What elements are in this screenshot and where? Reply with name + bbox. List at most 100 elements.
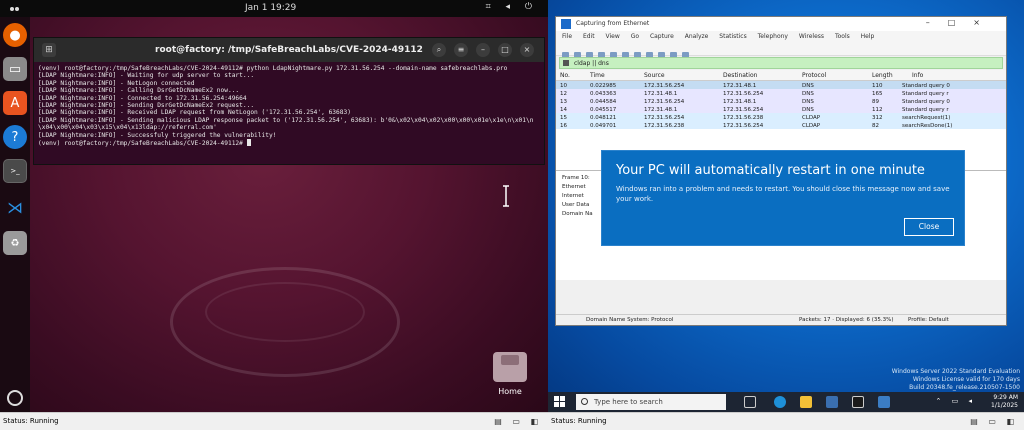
watermark-line: Windows License valid for 170 days bbox=[912, 376, 1020, 383]
minimize-icon[interactable]: – bbox=[476, 43, 490, 57]
terminal-line: [LDAP Nightmare:INFO] - Received LDAP re… bbox=[38, 109, 351, 117]
software-center-icon[interactable]: A bbox=[3, 91, 27, 115]
dialog-heading: Your PC will automatically restart in on… bbox=[616, 163, 925, 178]
close-icon[interactable]: × bbox=[520, 43, 534, 57]
column-header[interactable]: Length bbox=[872, 72, 893, 79]
search-placeholder: Type here to search bbox=[594, 398, 663, 406]
maximize-icon[interactable]: □ bbox=[498, 43, 512, 57]
vm-status-icons[interactable]: ▤ ▭ ◧ bbox=[494, 417, 542, 426]
dialog-message: Windows ran into a problem and needs to … bbox=[616, 185, 950, 203]
wireshark-titlebar[interactable]: Capturing from Ethernet –□× bbox=[556, 17, 1006, 31]
taskbar-clock[interactable]: 9:29 AM 1/1/2025 bbox=[991, 394, 1018, 410]
terminal-cursor bbox=[246, 139, 251, 147]
wireshark-taskbar-icon[interactable] bbox=[878, 396, 890, 408]
task-view-icon[interactable] bbox=[744, 396, 756, 408]
column-header[interactable]: Destination bbox=[723, 72, 757, 79]
taskbar-date: 1/1/2025 bbox=[991, 402, 1018, 409]
packet-row[interactable]: 13 0.044584 172.31.56.254 172.31.48.1 DNS 89 S… bbox=[556, 97, 1006, 105]
status-protocol: Domain Name System: Protocol bbox=[586, 317, 674, 323]
menu-edit[interactable]: Edit bbox=[583, 33, 595, 40]
vm-status-icons[interactable]: ▤ ▭ ◧ bbox=[970, 417, 1018, 426]
packet-no: 16 bbox=[560, 123, 567, 129]
menu-file[interactable]: File bbox=[562, 33, 572, 40]
status-profile[interactable]: Profile: Default bbox=[908, 317, 949, 323]
packet-row[interactable]: 16 0.049701 172.31.56.238 172.31.56.254 CLDA… bbox=[556, 121, 1006, 129]
windows-taskbar: Type here to search ⌃ ▭ ◂ 9:29 AM 1/1/20… bbox=[548, 392, 1024, 412]
detail-tree-item[interactable]: User Data bbox=[562, 202, 589, 208]
start-icon[interactable] bbox=[554, 396, 566, 408]
terminal-line: \x04\x00\x04\x03\x15\x04\x13ldap://refer… bbox=[38, 124, 217, 132]
trash-icon[interactable]: ♻ bbox=[3, 231, 27, 255]
packet-list-header: No. Time Source Destination Protocol Len… bbox=[556, 70, 1006, 81]
vm-status-text: Status: Running bbox=[551, 417, 607, 425]
edge-icon[interactable] bbox=[774, 396, 786, 408]
terminal-line: (venv) root@factory:/tmp/SafeBreachLabs/… bbox=[38, 65, 508, 72]
menu-tools[interactable]: Tools bbox=[835, 33, 850, 40]
firefox-icon[interactable]: ● bbox=[3, 23, 27, 47]
files-icon[interactable]: ▭ bbox=[3, 57, 27, 81]
column-header[interactable]: Info bbox=[912, 72, 923, 79]
column-header[interactable]: Protocol bbox=[802, 72, 826, 79]
terminal-output[interactable]: (venv) root@factory:/tmp/SafeBreachLabs/… bbox=[34, 62, 544, 166]
packet-row[interactable]: 12 0.043363 172.31.48.1 172.31.56.254 DNS 165… bbox=[556, 89, 1006, 97]
hamburger-menu-icon[interactable]: ≡ bbox=[454, 43, 468, 57]
close-button[interactable]: Close bbox=[904, 218, 954, 236]
wireshark-status-bar: Domain Name System: Protocol Packets: 17… bbox=[556, 314, 1006, 325]
display-filter-input[interactable]: cldap || dns bbox=[559, 57, 1003, 69]
packet-protocol: CLDAP bbox=[802, 123, 821, 129]
menu-go[interactable]: Go bbox=[631, 33, 639, 40]
packet-row[interactable]: 15 0.048121 172.31.56.254 172.31.56.238 CLDA… bbox=[556, 113, 1006, 121]
column-header[interactable]: Source bbox=[644, 72, 665, 79]
windows-vm-screen: Capturing from Ethernet –□× File Edit Vi… bbox=[548, 0, 1024, 430]
home-folder-label[interactable]: Home bbox=[488, 387, 532, 396]
home-folder-icon[interactable] bbox=[493, 352, 527, 382]
file-explorer-icon[interactable] bbox=[800, 396, 812, 408]
terminal-titlebar[interactable]: ⊞ root@factory: /tmp/SafeBreachLabs/CVE-… bbox=[34, 38, 544, 62]
ubuntu-top-bar: Jan 1 19:29 ⌗ ◂ ⏻ bbox=[0, 0, 548, 17]
packet-time: 0.049701 bbox=[590, 123, 617, 129]
help-icon[interactable]: ? bbox=[3, 125, 27, 149]
text-cursor-icon bbox=[503, 185, 509, 207]
terminal-line: [LDAP Nightmare:INFO] - Connected to 172… bbox=[38, 94, 247, 102]
window-controls[interactable]: –□× bbox=[926, 18, 998, 27]
menu-analyze[interactable]: Analyze bbox=[685, 33, 709, 40]
vm-status-text: Status: Running bbox=[3, 417, 59, 425]
menu-view[interactable]: View bbox=[606, 33, 620, 40]
menu-telephony[interactable]: Telephony bbox=[758, 33, 788, 40]
menu-capture[interactable]: Capture bbox=[650, 33, 674, 40]
top-bar-clock[interactable]: Jan 1 19:29 bbox=[245, 3, 296, 13]
tray-icons[interactable]: ⌃ ▭ ◂ bbox=[936, 397, 976, 405]
server-manager-icon[interactable] bbox=[826, 396, 838, 408]
taskbar-search-input[interactable]: Type here to search bbox=[576, 394, 726, 410]
menu-statistics[interactable]: Statistics bbox=[719, 33, 746, 40]
terminal-window[interactable]: ⊞ root@factory: /tmp/SafeBreachLabs/CVE-… bbox=[33, 37, 545, 165]
cmd-icon[interactable] bbox=[852, 396, 864, 408]
menu-wireless[interactable]: Wireless bbox=[799, 33, 824, 40]
evaluation-watermark: Windows Server 2022 Standard Evaluation … bbox=[892, 368, 1020, 392]
column-header[interactable]: Time bbox=[590, 72, 605, 79]
status-packets: Packets: 17 · Displayed: 6 (35.3%) bbox=[799, 317, 894, 323]
terminal-prompt: (venv) root@factory:/tmp/SafeBreachLabs/… bbox=[38, 140, 247, 148]
packet-source: 172.31.56.238 bbox=[644, 123, 685, 129]
vscode-icon[interactable]: ⋊ bbox=[3, 195, 27, 219]
system-tray-icons[interactable]: ⌗ ◂ ⏻ bbox=[486, 2, 538, 12]
activities-icon[interactable] bbox=[10, 4, 22, 12]
search-icon bbox=[581, 398, 588, 405]
column-header[interactable]: No. bbox=[560, 72, 570, 79]
show-apps-icon[interactable] bbox=[7, 390, 23, 406]
terminal-prompt-line[interactable]: (venv) root@factory:/tmp/SafeBreachLabs/… bbox=[38, 139, 540, 147]
detail-tree-item[interactable]: Domain Na bbox=[562, 211, 593, 217]
wireshark-toolbar bbox=[556, 42, 1006, 59]
taskbar-time: 9:29 AM bbox=[993, 394, 1018, 401]
detail-tree-item[interactable]: Frame 10: bbox=[562, 175, 590, 181]
terminal-line: [LDAP Nightmare:INFO] - Waiting for udp … bbox=[38, 72, 255, 80]
detail-tree-item[interactable]: Ethernet bbox=[562, 184, 586, 190]
wallpaper-ring-inner bbox=[205, 282, 365, 342]
terminal-icon[interactable]: >_ bbox=[3, 159, 27, 183]
detail-tree-item[interactable]: Internet bbox=[562, 193, 584, 199]
watermark-line: Build 20348.fe_release.210507-1500 bbox=[909, 384, 1020, 391]
packet-row[interactable]: 10 0.022985 172.31.56.254 172.31.48.1 DNS 110… bbox=[556, 81, 1006, 89]
packet-row[interactable]: 14 0.045517 172.31.48.1 172.31.56.254 DNS 112… bbox=[556, 105, 1006, 113]
search-icon[interactable]: ⌕ bbox=[432, 43, 446, 57]
menu-help[interactable]: Help bbox=[861, 33, 875, 40]
